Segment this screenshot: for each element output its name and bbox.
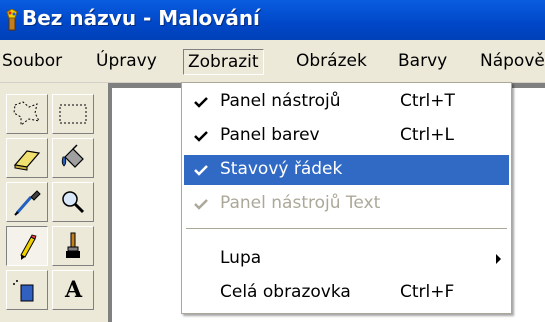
menu-separator (186, 228, 507, 230)
free-select-icon (13, 101, 40, 126)
menu-barvy[interactable]: Barvy (394, 49, 451, 75)
tool-free-select[interactable] (6, 94, 48, 134)
checkmark-icon (194, 131, 208, 142)
menu-item-label: Panel nástrojů (220, 91, 341, 111)
view-menu-dropdown: Panel nástrojů Ctrl+T Panel barev Ctrl+L… (181, 82, 512, 314)
pencil-icon (20, 234, 37, 260)
toolbox: A (0, 83, 108, 322)
menu-zobrazit[interactable]: Zobrazit (183, 49, 264, 75)
menu-item-panel-barev[interactable]: Panel barev Ctrl+L (184, 121, 509, 151)
menu-item-shortcut: Ctrl+T (400, 91, 455, 111)
menu-napoveda[interactable]: Nápově (476, 49, 545, 75)
menu-item-label: Stavový řádek (220, 159, 343, 179)
tool-airbrush[interactable] (6, 270, 48, 310)
tool-rect-select[interactable] (52, 94, 94, 134)
airbrush-icon (13, 280, 34, 302)
color-picker-icon (14, 190, 41, 216)
tool-color-picker[interactable] (6, 182, 48, 222)
menu-item-label: Panel barev (220, 125, 320, 145)
menu-item-label: Panel nástrojů Text (220, 193, 381, 213)
magnifier-icon (62, 191, 85, 214)
menu-item-label: Celá obrazovka (220, 282, 351, 302)
menu-item-shortcut: Ctrl+F (400, 282, 455, 302)
tool-brush[interactable] (52, 226, 94, 266)
text-icon: A (65, 277, 83, 303)
title-bar: Bez názvu - Malování (0, 0, 545, 40)
checkmark-icon (194, 199, 208, 210)
menu-item-panel-nastroju-text: Panel nástrojů Text (184, 189, 509, 219)
checkmark-icon (194, 165, 208, 176)
submenu-arrow-icon (496, 254, 501, 264)
brush-icon (66, 232, 80, 258)
menu-item-stavovy-radek[interactable]: Stavový řádek (184, 155, 509, 185)
tool-fill[interactable] (52, 138, 94, 178)
tool-pencil[interactable] (6, 226, 48, 266)
rect-select-icon (59, 104, 87, 124)
checkmark-icon (194, 97, 208, 108)
tool-eraser[interactable] (6, 138, 48, 178)
menu-item-cela-obrazovka[interactable]: Celá obrazovka Ctrl+F (184, 278, 509, 308)
tool-magnifier[interactable] (52, 182, 94, 222)
menu-item-lupa[interactable]: Lupa (184, 244, 509, 274)
menu-item-shortcut: Ctrl+L (400, 125, 454, 145)
window-title: Bez názvu - Malování (22, 6, 260, 30)
paint-app-icon (6, 9, 18, 31)
menu-item-panel-nastroju[interactable]: Panel nástrojů Ctrl+T (184, 87, 509, 117)
menu-soubor[interactable]: Soubor (0, 49, 66, 75)
fill-bucket-icon (61, 144, 84, 168)
menu-upravy[interactable]: Úpravy (92, 49, 161, 75)
menu-bar: Soubor Úpravy Zobrazit Obrázek Barvy Náp… (0, 40, 545, 83)
tool-text[interactable]: A (52, 270, 94, 310)
eraser-icon (13, 150, 41, 171)
menu-item-label: Lupa (220, 248, 262, 268)
menu-obrazek[interactable]: Obrázek (292, 49, 371, 75)
